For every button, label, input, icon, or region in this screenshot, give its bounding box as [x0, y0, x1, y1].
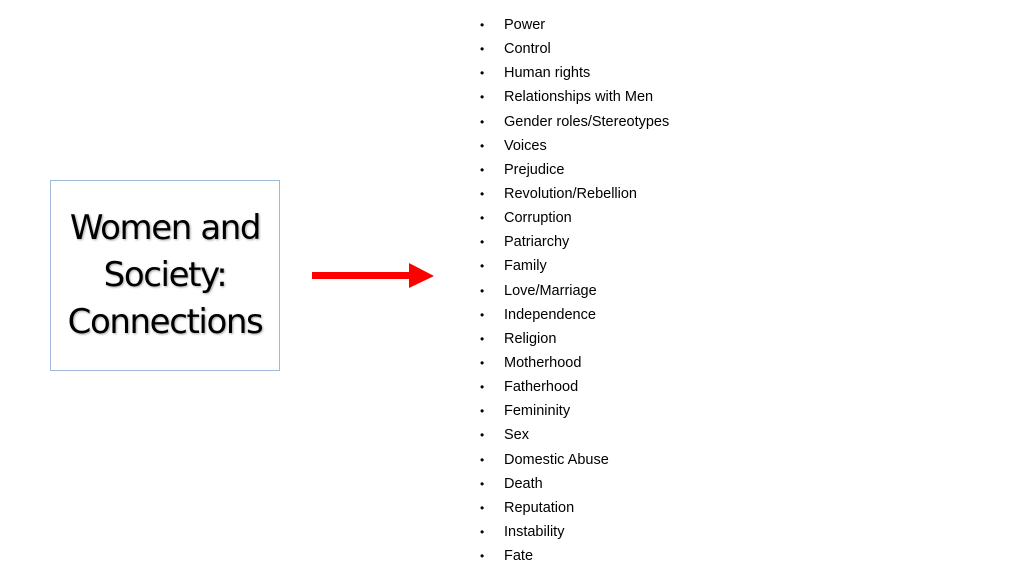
- topic-list-item: • Reputation: [478, 496, 669, 520]
- topic-label: Relationships with Men: [504, 89, 654, 106]
- bullet-icon: •: [480, 18, 485, 32]
- bullet-icon: •: [480, 476, 485, 491]
- topic-list-item: • Control: [478, 37, 669, 61]
- topic-label: Fate: [504, 548, 534, 565]
- topic-list-item: • Death: [478, 472, 669, 496]
- bullet-icon: •: [480, 138, 485, 153]
- topic-list-item: • Fate: [478, 544, 669, 568]
- bullet-icon: •: [480, 331, 485, 346]
- topic-list-item: • Motherhood: [478, 351, 669, 375]
- bullet-icon: •: [480, 114, 485, 129]
- bullet-icon: •: [480, 524, 485, 539]
- topic-label: Religion: [504, 330, 557, 347]
- topic-label: Gender roles/Stereotypes: [504, 113, 670, 130]
- topic-label: Independence: [504, 306, 596, 323]
- topic-label: Voices: [504, 137, 547, 154]
- topic-list-item: • Femininity: [478, 399, 669, 423]
- bullet-icon: •: [480, 428, 485, 443]
- topic-label: Corruption: [504, 210, 572, 227]
- bullet-icon: •: [480, 380, 485, 395]
- topic-list-item: • Voices: [478, 134, 669, 158]
- bullet-icon: •: [480, 66, 485, 81]
- bullet-icon: •: [480, 211, 485, 226]
- topic-list-item: • Prejudice: [478, 158, 669, 182]
- topic-label: Motherhood: [504, 354, 582, 371]
- arrow-shaft: [312, 272, 410, 279]
- bullet-icon: •: [480, 549, 485, 564]
- bullet-icon: •: [480, 42, 485, 57]
- topic-label: Fatherhood: [504, 379, 579, 396]
- topic-label: Patriarchy: [504, 234, 570, 251]
- topic-label: Prejudice: [504, 161, 565, 178]
- topic-label: Domestic Abuse: [504, 451, 609, 468]
- topic-list-item: • Fatherhood: [478, 375, 669, 399]
- bullet-icon: •: [480, 186, 485, 201]
- right-arrow-icon: [312, 263, 434, 288]
- topic-label: Revolution/Rebellion: [504, 185, 637, 202]
- topic-list-item: • Religion: [478, 327, 669, 351]
- topic-list-item: • Domestic Abuse: [478, 448, 669, 472]
- topic-list-item: • Instability: [478, 520, 669, 544]
- topic-label: Power: [504, 17, 546, 33]
- bullet-icon: •: [480, 259, 485, 274]
- topic-list-item: • Power: [478, 13, 669, 37]
- bullet-icon: •: [480, 404, 485, 419]
- topic-list-item: • Love/Marriage: [478, 279, 669, 303]
- topic-list-item: • Gender roles/Stereotypes: [478, 110, 669, 134]
- topic-list-item: • Revolution/Rebellion: [478, 182, 669, 206]
- title-line: Society:: [103, 255, 228, 295]
- title-box: Women and Society: Connections: [50, 180, 280, 371]
- topic-list-item: • Sex: [478, 423, 669, 447]
- topic-label: Femininity: [504, 403, 571, 420]
- bullet-icon: •: [480, 235, 485, 250]
- topic-list-item: • Patriarchy: [478, 230, 669, 254]
- topic-list-item: • Human rights: [478, 61, 669, 85]
- topic-list: • Power • Control • Human rights • Relationship…: [478, 13, 669, 568]
- bullet-icon: •: [480, 162, 485, 177]
- topic-label: Control: [504, 41, 551, 58]
- topic-list-item: • Family: [478, 254, 669, 278]
- topic-label: Family: [504, 258, 547, 275]
- slide-title: Women and Society: Connections: [67, 205, 264, 346]
- bullet-icon: •: [480, 283, 485, 298]
- topic-label: Human rights: [504, 65, 591, 82]
- arrow-head: [409, 263, 434, 288]
- topic-label: Instability: [504, 523, 565, 540]
- topic-list-item: • Corruption: [478, 206, 669, 230]
- bullet-icon: •: [480, 307, 485, 322]
- bullet-icon: •: [480, 355, 485, 370]
- topic-label: Reputation: [504, 499, 575, 516]
- topic-label: Sex: [504, 427, 529, 444]
- topic-label: Love/Marriage: [504, 282, 597, 299]
- bullet-icon: •: [480, 452, 485, 467]
- title-line: Women and: [69, 208, 262, 248]
- bullet-icon: •: [480, 90, 485, 105]
- bullet-icon: •: [480, 500, 485, 515]
- topic-label: Death: [504, 475, 543, 492]
- title-line: Connections: [67, 302, 264, 342]
- topic-list-item: • Relationships with Men: [478, 85, 669, 109]
- topic-list-item: • Independence: [478, 303, 669, 327]
